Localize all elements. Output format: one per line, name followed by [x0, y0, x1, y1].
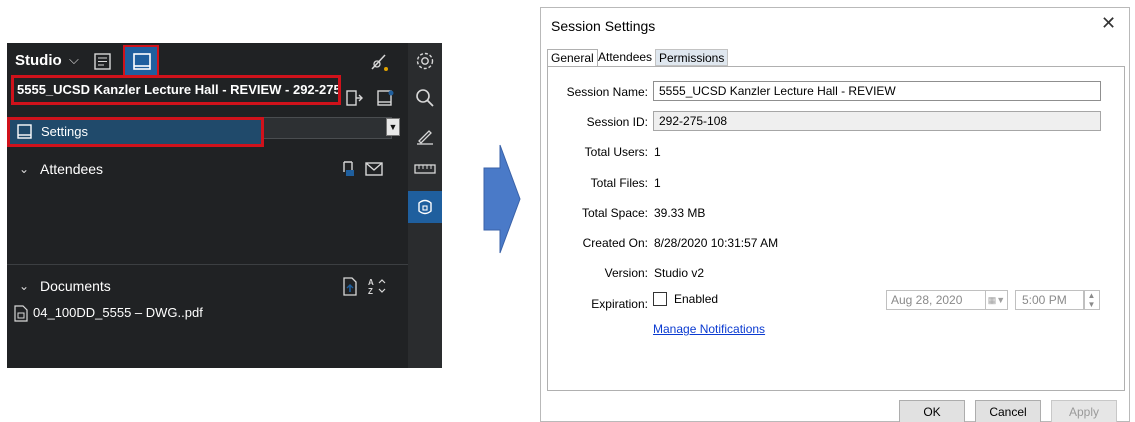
session-settings-icon[interactable] — [374, 87, 396, 109]
invite-attendee-icon[interactable] — [339, 160, 357, 178]
section-divider — [7, 264, 408, 265]
session-name-header[interactable]: 5555_UCSD Kanzler Lecture Hall - REVIEW … — [11, 75, 341, 105]
svg-text:Z: Z — [368, 287, 373, 296]
studio-panel: Studio ⌵ 5555_UCSD Kanzler Lecture Hall … — [7, 43, 442, 368]
search-icon[interactable] — [415, 88, 435, 108]
version-label: Version: — [604, 266, 648, 280]
markup-pen-icon[interactable] — [415, 125, 435, 145]
session-name-label: Session Name: — [566, 85, 648, 99]
studio-rail-active-tab[interactable] — [408, 191, 442, 223]
leave-session-icon[interactable] — [343, 87, 365, 109]
list-view-icon[interactable] — [93, 52, 111, 70]
created-on-label: Created On: — [582, 236, 648, 250]
total-users-value: 1 — [654, 145, 661, 159]
close-icon[interactable]: ✕ — [1101, 13, 1116, 34]
chevron-down-icon[interactable]: ▼ — [386, 118, 400, 136]
chevron-down-icon[interactable]: ⌵ — [69, 52, 79, 68]
gear-icon[interactable] — [415, 51, 435, 71]
session-id-label: Session ID: — [586, 115, 648, 129]
manage-notifications-link[interactable]: Manage Notifications — [653, 322, 765, 336]
dialog-title: Session Settings — [551, 18, 656, 34]
expiration-label: Expiration: — [591, 297, 648, 311]
chevron-down-icon[interactable]: ⌄ — [19, 162, 29, 176]
chevron-down-icon[interactable]: ⌄ — [19, 279, 29, 293]
unplug-icon[interactable] — [369, 52, 389, 72]
pdf-file-icon — [13, 304, 29, 322]
total-files-value: 1 — [654, 176, 661, 190]
version-value: Studio v2 — [654, 266, 705, 280]
tab-permissions[interactable]: Permissions — [655, 49, 729, 66]
tab-attendees[interactable]: Attendees — [595, 49, 655, 66]
ok-button[interactable]: OK — [899, 400, 965, 422]
attendees-section-header[interactable]: ⌄ Attendees — [7, 155, 408, 185]
created-on-value: 8/28/2020 10:31:57 AM — [654, 236, 779, 250]
studio-toolbar: Studio ⌵ — [7, 43, 408, 79]
arrow-right-icon — [483, 144, 521, 254]
tab-general[interactable]: General — [547, 49, 598, 67]
document-name: 04_100DD_5555 – DWG..pdf — [33, 305, 203, 320]
settings-label: Settings — [41, 124, 88, 139]
settings-menu-item[interactable]: Settings — [7, 117, 264, 147]
studio-main-area: Studio ⌵ 5555_UCSD Kanzler Lecture Hall … — [7, 43, 408, 368]
expiration-enabled-checkbox[interactable] — [653, 292, 667, 306]
documents-section-header[interactable]: ⌄ Documents AZ — [7, 272, 408, 302]
cancel-button[interactable]: Cancel — [975, 400, 1041, 422]
attendees-header-label: Attendees — [40, 161, 104, 177]
expiration-time-field[interactable]: 5:00 PM — [1015, 290, 1085, 310]
total-space-value: 39.33 MB — [654, 206, 706, 220]
svg-text:A: A — [368, 278, 374, 287]
total-users-label: Total Users: — [584, 145, 648, 159]
expiration-enabled-label[interactable]: Enabled — [674, 292, 718, 306]
calendar-dropdown-icon[interactable]: ▦▼ — [986, 290, 1008, 310]
ruler-icon[interactable] — [414, 160, 436, 178]
sort-az-icon[interactable]: AZ — [367, 276, 389, 296]
general-tab-content: Session Name: 5555_UCSD Kanzler Lecture … — [547, 66, 1125, 391]
session-settings-dialog: Session Settings ✕ General Attendees Per… — [540, 7, 1130, 422]
expiration-date-field[interactable]: Aug 28, 2020 — [886, 290, 986, 310]
studio-session-button[interactable] — [123, 45, 159, 78]
session-settings-icon — [16, 123, 34, 141]
session-id-field: 292-275-108 — [653, 111, 1101, 131]
apply-button[interactable]: Apply — [1051, 400, 1117, 422]
time-spinner-icon[interactable]: ▲ ▼ — [1083, 290, 1100, 310]
studio-cloud-icon — [415, 197, 435, 217]
session-name-field[interactable]: 5555_UCSD Kanzler Lecture Hall - REVIEW — [653, 81, 1101, 101]
email-icon[interactable] — [364, 161, 384, 177]
add-document-icon[interactable] — [341, 276, 359, 296]
screenshot-stage: Studio ⌵ 5555_UCSD Kanzler Lecture Hall … — [0, 0, 1135, 422]
documents-header-label: Documents — [40, 278, 111, 294]
total-space-label: Total Space: — [581, 206, 648, 220]
studio-session-icon — [131, 51, 153, 73]
studio-title[interactable]: Studio — [15, 52, 62, 69]
total-files-label: Total Files: — [590, 176, 648, 190]
